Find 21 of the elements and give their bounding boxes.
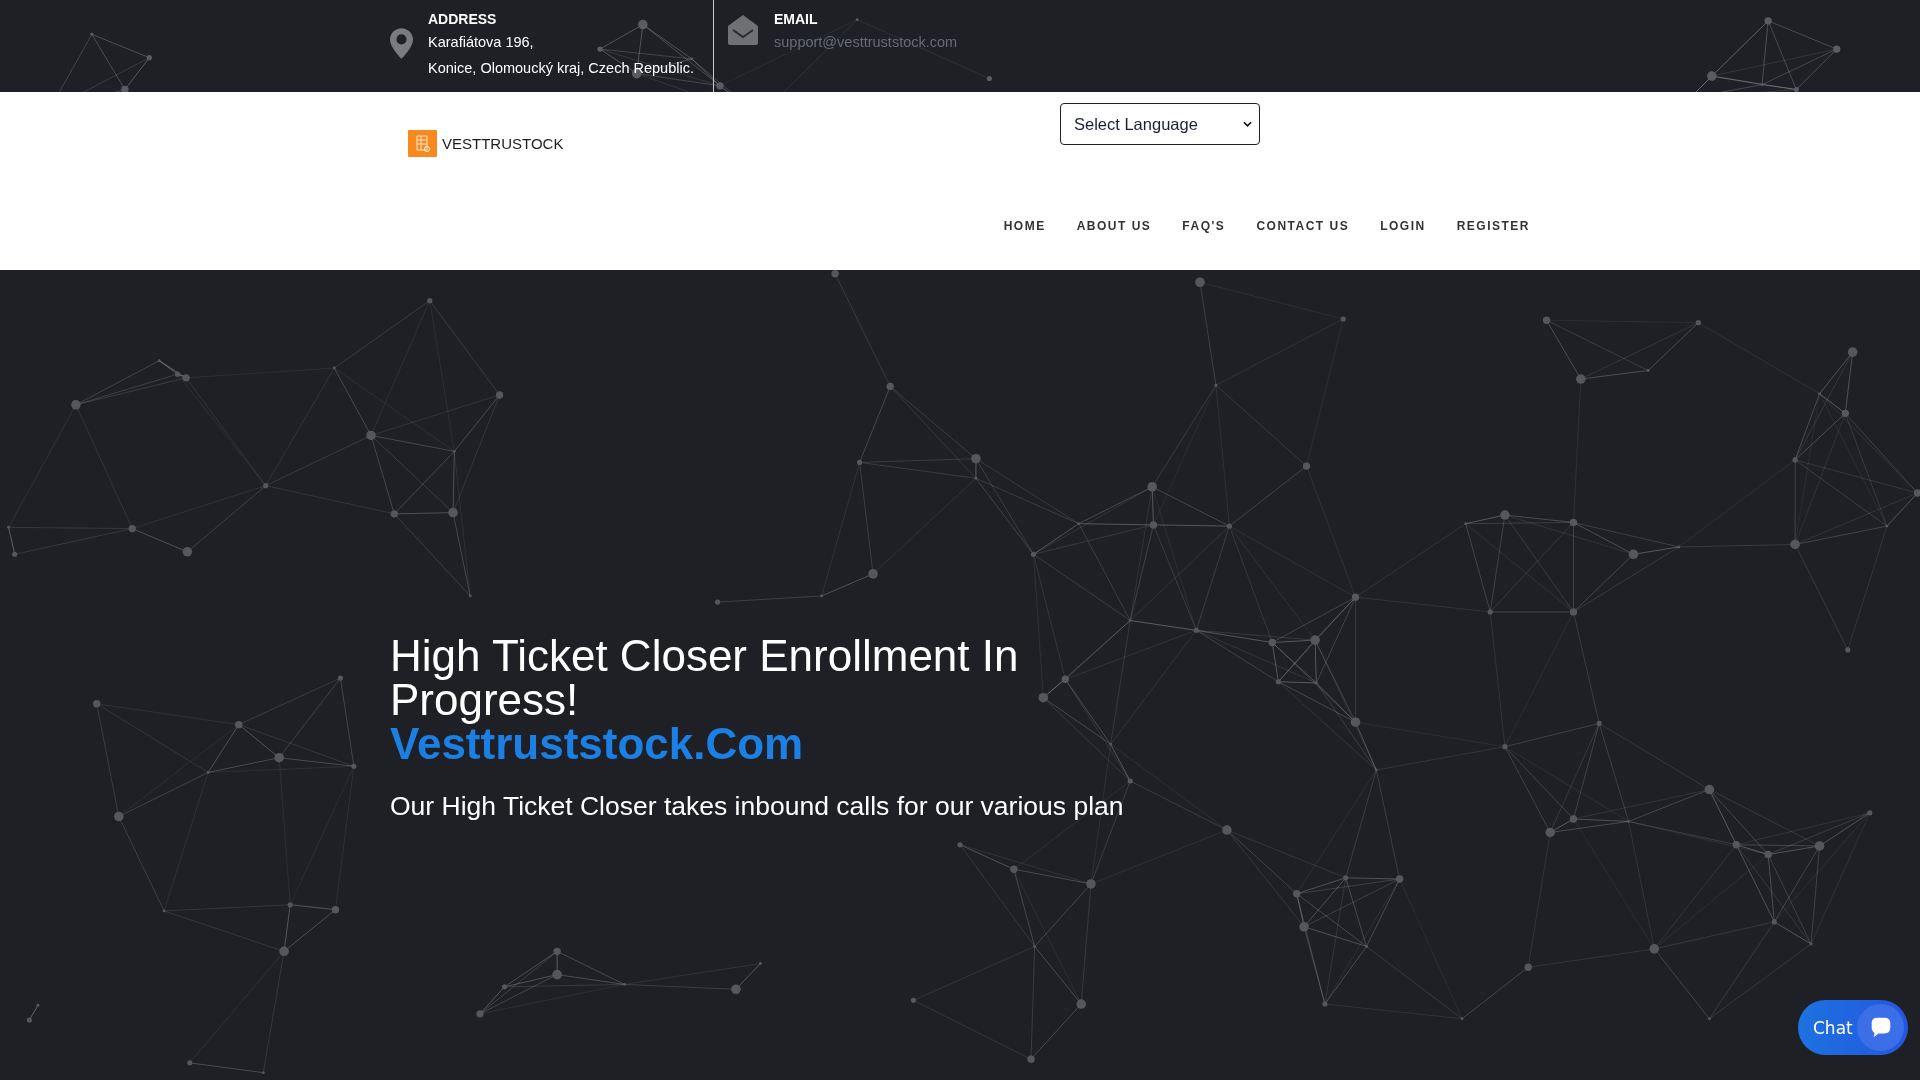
nav-link[interactable]: REGISTER [1456,217,1530,235]
chevron-down-icon [1243,120,1252,128]
nav-link[interactable]: FAQ'S [1182,217,1226,235]
address-label: ADDRESS [428,10,497,29]
nav-link[interactable]: CONTACT US [1256,217,1350,235]
logo-text: VESTTRUSTOCK [442,134,564,153]
hero-subtitle: Our High Ticket Closer takes inbound calls for our various plan [390,791,1124,821]
email-label: EMAIL [774,10,818,29]
speech-bubble-icon [1857,1004,1904,1051]
nav-link[interactable]: ABOUT US [1076,217,1152,235]
address-line: Karafiátova 196, [428,33,534,52]
chat-button[interactable]: Chat [1798,1000,1908,1055]
language-select[interactable]: Select Language [1060,103,1260,145]
nav-link[interactable]: HOME [1003,217,1046,235]
address-line: Konice, Olomoucký kraj, Czech Republic. [428,59,694,78]
nav-link[interactable]: LOGIN [1380,217,1426,235]
logo-icon [408,130,437,157]
hero-heading: High Ticket Closer Enrollment In Progress! [390,634,1020,722]
map-pin-icon [390,28,413,59]
email-address: support@vesttruststock.com [774,33,958,52]
envelope-icon [728,15,758,45]
